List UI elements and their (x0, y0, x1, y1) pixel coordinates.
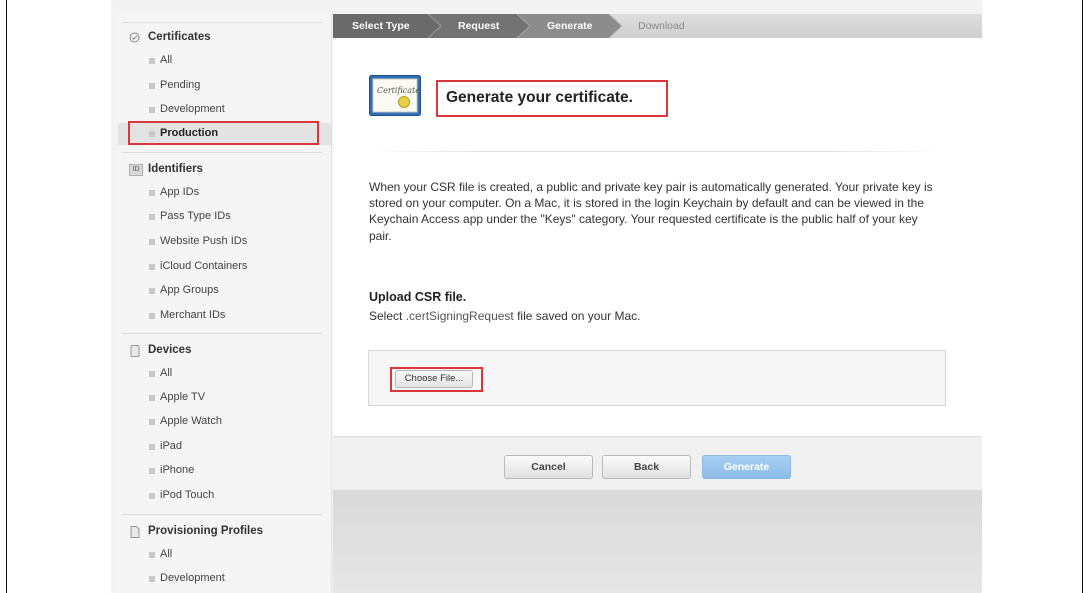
bullet-icon (149, 468, 155, 474)
sidebar-item-app-groups[interactable]: App Groups (118, 280, 331, 302)
id-badge-icon: ID (129, 164, 143, 176)
description-text: When your CSR file is created, a public … (369, 180, 933, 243)
sidebar-item-pending[interactable]: Pending (118, 75, 331, 97)
upload-instructions-prefix: Select (369, 309, 406, 323)
sidebar-item-profiles-all[interactable]: All (118, 544, 331, 566)
sidebar-item-label: All (160, 367, 173, 379)
certificate-icon-text: Certificate (377, 86, 420, 95)
sidebar-section-identifiers[interactable]: ID Identifiers (118, 152, 331, 182)
sidebar-item-apple-tv[interactable]: Apple TV (118, 387, 331, 409)
sidebar-item-icloud-containers[interactable]: iCloud Containers (118, 256, 331, 278)
sidebar-item-devices-all[interactable]: All (118, 363, 331, 385)
upload-title: Upload CSR file. (369, 290, 467, 304)
bullet-icon (149, 190, 155, 196)
sidebar-item-label: Pending (160, 79, 201, 91)
page-title: Generate your certificate. (446, 89, 633, 106)
bullet-icon (149, 576, 155, 582)
wizard-step-label: Generate (547, 20, 593, 32)
sidebar-item-label: All (160, 548, 173, 560)
upload-file-extension: .certSigningRequest (405, 309, 514, 323)
sidebar-item-ipod-touch[interactable]: iPod Touch (118, 485, 331, 507)
sidebar-item-label: Merchant IDs (160, 309, 226, 321)
sidebar-section-label: Devices (148, 344, 192, 356)
sidebar-item-development[interactable]: Development (118, 99, 331, 121)
sidebar-section-label: Certificates (148, 31, 211, 43)
device-icon (129, 345, 140, 357)
wizard-step-request[interactable]: Request (441, 14, 530, 38)
sidebar-item-label: Development (160, 572, 225, 584)
bullet-icon (149, 493, 155, 499)
bullet-icon (149, 58, 155, 64)
sidebar-item-label: iPod Touch (160, 489, 215, 501)
page-footer-area (333, 490, 982, 593)
sidebar-section-label: Identifiers (148, 163, 203, 175)
certificate-icon: Certificate (369, 75, 421, 116)
sidebar-item-label: App Groups (160, 284, 219, 296)
bullet-icon (149, 264, 155, 270)
sidebar-item-profiles-development[interactable]: Development (118, 568, 331, 590)
sidebar-section-devices[interactable]: Devices (118, 333, 331, 363)
bullet-icon (149, 395, 155, 401)
bullet-icon (149, 107, 155, 113)
bullet-icon (149, 288, 155, 294)
sidebar-section-provisioning-profiles[interactable]: Provisioning Profiles (118, 514, 331, 544)
sidebar-item-certificates-all[interactable]: All (118, 50, 331, 72)
sidebar-item-label: Apple TV (160, 391, 206, 403)
sidebar-item-label: Apple Watch (160, 415, 222, 427)
section-divider (369, 151, 942, 152)
sidebar-item-label: App IDs (160, 186, 200, 198)
sidebar-item-label: All (160, 54, 173, 66)
wizard-step-download[interactable]: Download (622, 14, 722, 38)
bullet-icon (149, 239, 155, 245)
back-button[interactable]: Back (602, 455, 691, 479)
section-divider (122, 152, 322, 153)
sidebar-item-label: Pass Type IDs (160, 210, 231, 222)
upload-instructions-suffix: file saved on your Mac. (513, 309, 641, 323)
sidebar-item-label: iPhone (160, 464, 195, 476)
section-divider (122, 514, 322, 515)
choose-file-highlight-box (390, 367, 483, 392)
sidebar-item-label: iCloud Containers (160, 260, 248, 272)
section-divider (122, 333, 322, 334)
sidebar-top-divider (122, 22, 322, 23)
sidebar-item-website-push-ids[interactable]: Website Push IDs (118, 231, 331, 253)
sidebar-item-app-ids[interactable]: App IDs (118, 182, 331, 204)
sidebar-item-iphone[interactable]: iPhone (118, 460, 331, 482)
sidebar-item-ipad[interactable]: iPad (118, 436, 331, 458)
cancel-button[interactable]: Cancel (504, 455, 593, 479)
wizard-step-label: Download (638, 20, 685, 32)
wizard-step-generate[interactable]: Generate (530, 14, 622, 38)
sidebar-item-label: Development (160, 103, 225, 115)
sidebar-item-apple-watch[interactable]: Apple Watch (118, 411, 331, 433)
bullet-icon (149, 83, 155, 89)
sidebar-section-label: Provisioning Profiles (148, 525, 264, 537)
sidebar-item-label: iPad (160, 440, 183, 452)
sidebar: Certificates All Pending Development Pro… (118, 14, 332, 593)
generate-button[interactable]: Generate (702, 455, 791, 479)
production-highlight-box (128, 121, 319, 145)
certificate-badge-icon (129, 32, 140, 43)
sidebar-item-pass-type-ids[interactable]: Pass Type IDs (118, 206, 331, 228)
bullet-icon (149, 214, 155, 220)
bullet-icon (149, 419, 155, 425)
wizard-step-select-type[interactable]: Select Type (333, 14, 441, 38)
bullet-icon (149, 444, 155, 450)
wizard-step-label: Request (458, 20, 500, 32)
bullet-icon (149, 552, 155, 558)
bullet-icon (149, 371, 155, 377)
bullet-icon (149, 313, 155, 319)
wizard-step-label: Select Type (352, 20, 410, 32)
document-icon (129, 526, 140, 538)
sidebar-item-merchant-ids[interactable]: Merchant IDs (118, 305, 331, 327)
sidebar-section-certificates[interactable]: Certificates (118, 26, 331, 50)
upload-instructions: Select .certSigningRequest file saved on… (369, 309, 641, 323)
sidebar-item-label: Website Push IDs (160, 235, 248, 247)
